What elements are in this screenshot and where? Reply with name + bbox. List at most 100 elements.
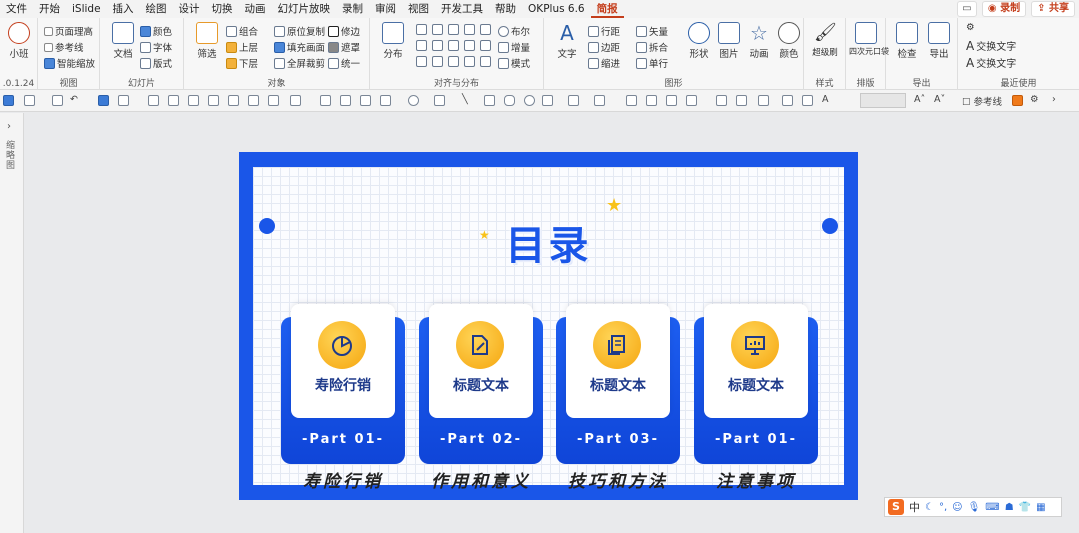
align-tool-icon[interactable]	[228, 95, 239, 106]
line-icon[interactable]: ╲	[462, 94, 468, 105]
match-height-icon[interactable]	[480, 40, 491, 51]
tab-file[interactable]: 文件	[0, 0, 33, 18]
increment-button[interactable]: 增量	[498, 40, 530, 54]
edit-icon[interactable]	[716, 95, 727, 106]
tab-design[interactable]: 设计	[173, 0, 206, 18]
increase-font-icon[interactable]: A˄	[914, 94, 925, 105]
tab-record[interactable]: 录制	[336, 0, 369, 18]
image-icon[interactable]	[686, 95, 697, 106]
undo-icon[interactable]: ↶	[70, 94, 78, 105]
super-brush-button[interactable]: 🖌 超级刷	[808, 22, 842, 58]
distribute-button[interactable]: 分布	[376, 22, 410, 60]
thumbnail-pane[interactable]: › 缩略图	[0, 113, 24, 533]
slideshow-icon[interactable]	[98, 95, 109, 106]
toc-card-3[interactable]: 标题文本 -Part 03-	[556, 304, 680, 464]
settings-icon[interactable]: ⚙	[1030, 94, 1039, 105]
shirt-icon[interactable]: 👕	[1019, 502, 1031, 513]
card-subtitle[interactable]: 技巧和方法	[556, 467, 680, 492]
split-merge-button[interactable]: 拆合	[636, 40, 668, 54]
tab-view[interactable]: 视图	[402, 0, 435, 18]
copy-icon[interactable]	[360, 95, 371, 106]
snap-icon[interactable]	[448, 56, 459, 67]
font-size-select[interactable]	[860, 93, 906, 108]
guides-toggle[interactable]: 参考线	[44, 40, 84, 54]
tab-briefing[interactable]: 简报	[590, 0, 624, 18]
microphone-icon[interactable]: 🎙	[968, 502, 981, 513]
space-v-icon[interactable]	[432, 56, 443, 67]
check-button[interactable]: 检查	[890, 22, 924, 60]
group-button[interactable]: 组合	[226, 24, 258, 38]
picture-button[interactable]: 图片	[712, 22, 746, 60]
ime-toolbar[interactable]: S 中 ☾ °, ☺ 🎙 ⌨ ☗ 👕 ▦	[884, 497, 1062, 517]
align-bottom-icon[interactable]	[416, 40, 427, 51]
more-shapes-icon[interactable]	[542, 95, 553, 106]
tab-developer[interactable]: 开发工具	[435, 0, 489, 18]
color-button[interactable]: 颜色	[140, 24, 172, 38]
edit-icon[interactable]	[736, 95, 747, 106]
screenshot-icon[interactable]	[626, 95, 637, 106]
tab-draw[interactable]: 绘图	[140, 0, 173, 18]
card-subtitle[interactable]: 寿险行销	[281, 467, 405, 492]
fullscreen-crop-button[interactable]: 全屏裁剪	[274, 56, 325, 70]
moon-icon[interactable]: ☾	[925, 502, 934, 513]
image-icon[interactable]	[666, 95, 677, 106]
tab-islide[interactable]: iSlide	[66, 0, 107, 18]
rotate-icon[interactable]	[464, 56, 475, 67]
space-h-icon[interactable]	[416, 56, 427, 67]
margin-button[interactable]: 边距	[588, 40, 620, 54]
layout-button[interactable]: 版式	[140, 56, 172, 70]
align-tool-icon[interactable]	[268, 95, 279, 106]
round-rect-icon[interactable]	[504, 95, 515, 106]
text-box-icon[interactable]	[802, 95, 813, 106]
copy-icon[interactable]	[380, 95, 391, 106]
emoji-icon[interactable]: ☺	[952, 502, 962, 513]
comment-icon[interactable]: ▭	[956, 1, 977, 17]
unify-button[interactable]: 统一	[328, 56, 360, 70]
decrease-font-icon[interactable]: A˅	[934, 94, 945, 105]
boolean-button[interactable]: 布尔	[498, 24, 530, 38]
line-spacing-button[interactable]: 行距	[588, 24, 620, 38]
recent-settings-icon[interactable]: ⚙	[966, 22, 975, 33]
save-icon[interactable]	[52, 95, 63, 106]
select-button[interactable]: 筛选	[190, 22, 224, 60]
align-top-icon[interactable]	[464, 24, 475, 35]
xiaoban-button[interactable]: 小班	[2, 22, 36, 60]
slide-title[interactable]: 目录	[253, 213, 844, 271]
fit-icon[interactable]	[1012, 95, 1023, 106]
more-icon[interactable]: ›	[1052, 94, 1056, 105]
mask-button[interactable]: 遮罩	[328, 40, 360, 54]
smart-zoom-button[interactable]: 智能缩放	[44, 56, 95, 70]
align-left-icon[interactable]	[416, 24, 427, 35]
page-height-toggle[interactable]: 页面理高	[44, 24, 93, 38]
fill-color-icon[interactable]	[758, 95, 769, 106]
toc-card-2[interactable]: 标题文本 -Part 02-	[419, 304, 543, 464]
new-slide-icon[interactable]	[3, 95, 14, 106]
align-tool-icon[interactable]	[208, 95, 219, 106]
toc-card-4[interactable]: 标题文本 -Part 01-	[694, 304, 818, 464]
tab-help[interactable]: 帮助	[489, 0, 522, 18]
swap-text-button-2[interactable]: A 交换文字	[966, 55, 1016, 71]
shape-button[interactable]: 形状	[682, 22, 716, 60]
vector-button[interactable]: 矢量	[636, 24, 668, 38]
card-subtitle[interactable]: 注意事项	[694, 467, 818, 492]
record-button[interactable]: ◉ 录制	[981, 1, 1027, 17]
copy-icon[interactable]	[320, 95, 331, 106]
center-v-icon[interactable]	[448, 40, 459, 51]
tab-review[interactable]: 审阅	[369, 0, 402, 18]
tab-animations[interactable]: 动画	[239, 0, 272, 18]
pen-icon[interactable]	[568, 95, 579, 106]
punctuation-icon[interactable]: °,	[939, 502, 947, 513]
send-backward-button[interactable]: 下层	[226, 56, 258, 70]
swap-text-button-1[interactable]: A 交换文字	[966, 38, 1016, 54]
align-tool-icon[interactable]	[188, 95, 199, 106]
tab-home[interactable]: 开始	[33, 0, 66, 18]
shape-outline-icon[interactable]	[434, 95, 445, 106]
center-h-icon[interactable]	[432, 40, 443, 51]
doc-button[interactable]: 文档	[106, 22, 140, 60]
align-tool-icon[interactable]	[168, 95, 179, 106]
eraser-icon[interactable]	[594, 95, 605, 106]
guides-quick-toggle[interactable]: ☐ 参考线	[962, 94, 1002, 108]
tab-okplus[interactable]: OKPlus 6.6	[522, 0, 591, 18]
grid-menu-icon[interactable]: ▦	[1036, 502, 1045, 513]
tab-transitions[interactable]: 切换	[206, 0, 239, 18]
